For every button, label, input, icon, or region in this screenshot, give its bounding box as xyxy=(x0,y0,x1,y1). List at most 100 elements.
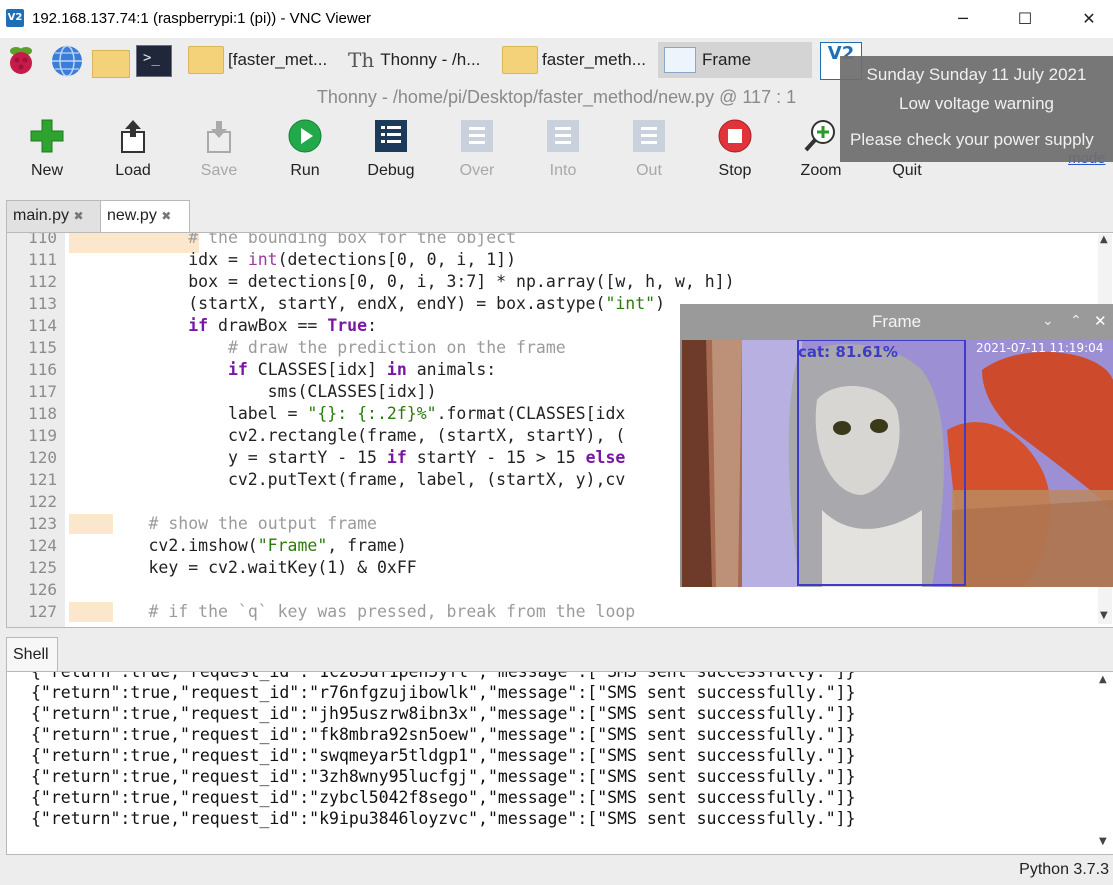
tab-main-py[interactable]: main.py ✖ xyxy=(6,200,102,233)
shell-line: {"return":true,"request_id":"zybcl5042f8… xyxy=(31,788,856,807)
shell-console[interactable]: {"return":true,"request_id":"1c283uf1pen… xyxy=(6,671,1113,855)
scroll-down-icon[interactable]: ▼ xyxy=(1100,610,1108,621)
tab-new-py[interactable]: new.py ✖ xyxy=(100,200,190,233)
notification-date: Sunday Sunday 11 July 2021 xyxy=(866,65,1087,84)
step-into-button[interactable]: Into xyxy=(528,118,598,190)
line-number: 122 xyxy=(28,492,57,511)
line-number: 127 xyxy=(28,602,57,621)
line-number: 124 xyxy=(28,536,57,555)
scroll-down-icon[interactable]: ▼ xyxy=(1099,836,1107,847)
debug-button[interactable]: Debug xyxy=(356,118,426,190)
code-line: box = detections[0, 0, i, 3:7] * np.arra… xyxy=(69,272,735,291)
zoom-icon xyxy=(803,118,839,154)
taskbar-item-folder-2[interactable]: faster_meth... xyxy=(502,42,656,78)
scroll-up-icon[interactable]: ▲ xyxy=(1100,234,1108,245)
code-line: key = cv2.waitKey(1) & 0xFF xyxy=(69,558,417,577)
shell-line: {"return":true,"request_id":"3zh8wny95lu… xyxy=(31,767,856,786)
shell-line: {"return":true,"request_id":"fk8mbra92sn… xyxy=(31,725,856,744)
line-number: 115 xyxy=(28,338,57,357)
close-button[interactable]: ✕ xyxy=(1066,6,1112,32)
code-line: cv2.rectangle(frame, (startX, startY), ( xyxy=(69,426,626,445)
vnc-logo-icon: V2 xyxy=(6,9,24,27)
file-manager-icon[interactable] xyxy=(92,46,130,78)
shell-line: {"return":true,"request_id":"1c283uf1pen… xyxy=(31,671,856,681)
shell-line: {"return":true,"request_id":"r76nfgzujib… xyxy=(31,683,856,702)
code-line: if drawBox == True: xyxy=(188,316,377,335)
terminal-icon[interactable]: >_ xyxy=(136,45,172,77)
code-line: y = startY - 15 if startY - 15 > 15 else xyxy=(69,448,626,467)
folder-icon xyxy=(188,46,224,74)
save-icon xyxy=(201,118,237,154)
thonny-icon: Th xyxy=(348,48,375,72)
low-voltage-notification[interactable]: Sunday Sunday 11 July 2021 Low voltage w… xyxy=(840,56,1113,162)
shell-line: {"return":true,"request_id":"swqmeyar5tl… xyxy=(31,746,856,765)
save-button[interactable]: Save xyxy=(184,118,254,190)
scroll-up-icon[interactable]: ▲ xyxy=(1099,674,1107,685)
line-number: 120 xyxy=(28,448,57,467)
frame-close-icon[interactable]: ✕ xyxy=(1094,312,1107,330)
browser-globe-icon[interactable] xyxy=(50,44,84,78)
step-out-button[interactable]: Out xyxy=(614,118,684,190)
folder-icon xyxy=(502,46,538,74)
line-number: 121 xyxy=(28,470,57,489)
window-title: 192.168.137.74:1 (raspberrypi:1 (pi)) - … xyxy=(32,10,372,27)
code-line: if CLASSES[idx] in animals: xyxy=(227,360,497,379)
line-number: 110 xyxy=(28,232,57,247)
frame-timestamp: 2021-07-11 11:19:04 xyxy=(976,341,1104,355)
taskbar-item-folder-1[interactable]: [faster_met... xyxy=(188,42,338,78)
python-version[interactable]: Python 3.7.3 xyxy=(1019,861,1109,879)
tab-close-icon[interactable]: ✖ xyxy=(73,209,83,223)
step-into-icon xyxy=(545,118,581,154)
line-number: 117 xyxy=(28,382,57,401)
shell-line: {"return":true,"request_id":"jh95uszrw8i… xyxy=(31,704,856,723)
tab-close-icon[interactable]: ✖ xyxy=(161,209,171,223)
code-line: cv2.imshow("Frame", frame) xyxy=(69,536,407,555)
line-number: 113 xyxy=(28,294,57,313)
step-over-icon xyxy=(459,118,495,154)
code-line: sms(CLASSES[idx]) xyxy=(69,382,437,401)
notification-message: Please check your power supply xyxy=(850,130,1094,149)
line-number: 126 xyxy=(28,580,57,599)
code-line: (startX, startY, endX, endY) = box.astyp… xyxy=(69,294,666,313)
line-number: 111 xyxy=(28,250,57,269)
notification-warning: Low voltage warning xyxy=(899,94,1054,113)
line-number: 114 xyxy=(28,316,57,335)
load-file-icon xyxy=(115,118,151,154)
minimize-button[interactable]: ─ xyxy=(940,6,986,32)
status-bar: Python 3.7.3 xyxy=(0,855,1113,885)
code-line: label = "{}: {:.2f}%".format(CLASSES[idx xyxy=(69,404,626,423)
window-icon xyxy=(664,47,696,73)
debug-icon xyxy=(373,118,409,154)
code-line: idx = int(detections[0, 0, i, 1]) xyxy=(69,250,517,269)
code-line: cv2.putText(frame, label, (startX, y),cv xyxy=(69,470,626,489)
maximize-button[interactable]: ☐ xyxy=(1002,6,1048,32)
line-number: 119 xyxy=(28,426,57,445)
taskbar-item-thonny[interactable]: Th Thonny - /h... xyxy=(348,42,500,78)
plus-icon xyxy=(29,118,65,154)
line-number: 118 xyxy=(28,404,57,423)
detection-label: cat: 81.61% xyxy=(798,343,898,361)
tab-shell[interactable]: Shell xyxy=(6,637,58,672)
frame-window[interactable]: Frame ⌄ ⌃ ✕ cat: 81.61% 2021-07-11 11:19… xyxy=(680,304,1113,587)
new-button[interactable]: New xyxy=(12,118,82,190)
stop-button[interactable]: Stop xyxy=(700,118,770,190)
code-line: # the bounding box for the object xyxy=(188,232,517,247)
play-icon xyxy=(287,118,323,154)
line-number: 116 xyxy=(28,360,57,379)
run-button[interactable]: Run xyxy=(270,118,340,190)
chevron-up-icon[interactable]: ⌃ xyxy=(1070,313,1082,329)
camera-frame-image xyxy=(682,340,1113,587)
shell-line: {"return":true,"request_id":"k9ipu3846lo… xyxy=(31,809,856,828)
line-number: 125 xyxy=(28,558,57,577)
load-button[interactable]: Load xyxy=(98,118,168,190)
code-line: # draw the prediction on the frame xyxy=(227,338,566,357)
line-number: 112 xyxy=(28,272,57,291)
taskbar-item-frame[interactable]: Frame xyxy=(658,42,812,78)
step-over-button[interactable]: Over xyxy=(442,118,512,190)
code-line: # show the output frame xyxy=(148,514,377,533)
code-line: # if the `q` key was pressed, break from… xyxy=(148,602,636,621)
raspberry-menu-icon[interactable] xyxy=(6,44,36,76)
vnc-title-bar: V2 192.168.137.74:1 (raspberrypi:1 (pi))… xyxy=(0,0,1113,38)
stop-icon xyxy=(717,118,753,154)
chevron-down-icon[interactable]: ⌄ xyxy=(1042,313,1054,329)
